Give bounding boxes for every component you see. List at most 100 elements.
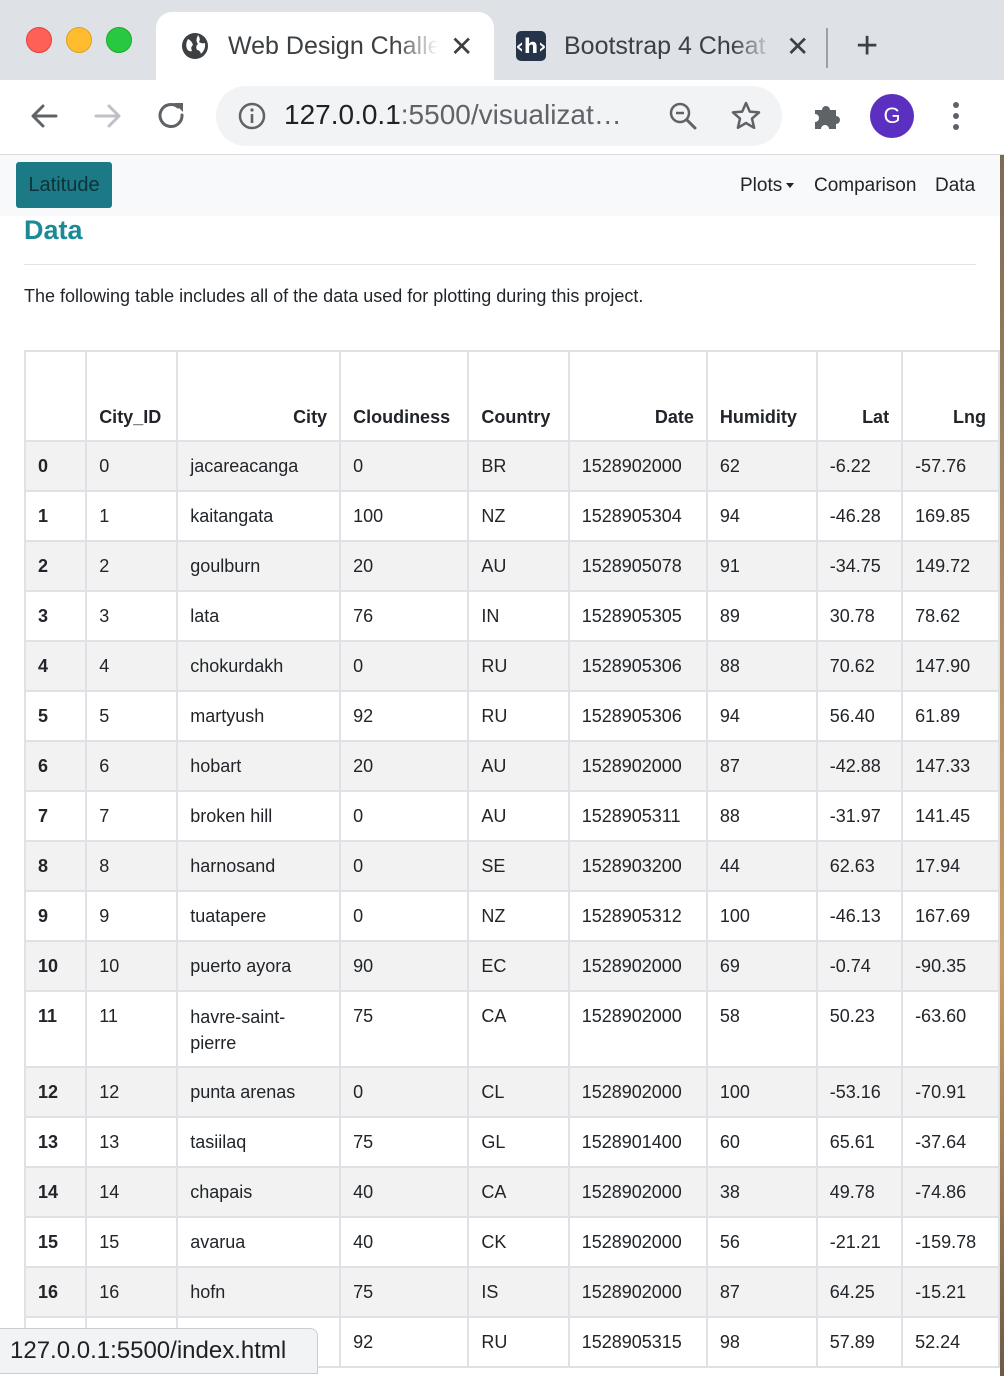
- table-cell: 1528902000: [567, 440, 708, 492]
- table-cell: 58: [705, 990, 818, 1068]
- table-cell: 1528905312: [567, 890, 708, 942]
- nav-plots-dropdown[interactable]: Plots: [740, 175, 795, 197]
- table-cell: 1528905311: [567, 790, 708, 842]
- page-description: The following table includes all of the …: [24, 286, 644, 306]
- data-table-container[interactable]: City_ID City Cloudiness Country Date Hum…: [24, 350, 1000, 1376]
- table-cell: -15.21: [901, 1266, 1000, 1318]
- table-row: 15 15 avarua 40 CK 1528902000 56 -21.21 -159.78: [24, 1216, 1000, 1268]
- site-navbar: Latitude Plots Comparison Data: [0, 155, 1000, 216]
- table-cell: -34.75: [815, 540, 904, 592]
- table-cell: 90: [339, 940, 470, 992]
- table-cell: 169.85: [901, 490, 1000, 542]
- table-cell: 11: [24, 990, 88, 1068]
- table-cell: avarua: [176, 1216, 342, 1268]
- table-cell: RU: [467, 1316, 570, 1368]
- table-cell: CA: [467, 990, 570, 1068]
- table-row: 12 12 punta arenas 0 CL 1528902000 100 -53.16 -7…: [24, 1066, 1000, 1118]
- table-cell: 147.33: [901, 740, 1000, 792]
- page-title: Data: [24, 215, 83, 245]
- tab-close-icon[interactable]: ✕: [450, 30, 473, 63]
- table-cell: 10: [85, 940, 179, 992]
- table-cell: 7: [24, 790, 88, 842]
- column-header: Humidity: [705, 350, 818, 442]
- forward-arrow-icon[interactable]: [90, 98, 126, 134]
- tab-close-icon[interactable]: ✕: [786, 30, 809, 63]
- more-menu-icon[interactable]: [946, 98, 966, 134]
- url-text[interactable]: 127.0.0.1:5500/visualizat…: [284, 99, 622, 131]
- table-row: 1 1 kaitangata 100 NZ 1528905304 94 -46.28 169.8…: [24, 490, 1000, 542]
- table-cell: 61.89: [901, 690, 1000, 742]
- reload-icon[interactable]: [154, 98, 190, 134]
- profile-avatar[interactable]: G: [870, 94, 914, 138]
- table-cell: 1528902000: [567, 740, 708, 792]
- table-row: 16 16 hofn 75 IS 1528902000 87 64.25 -15.21: [24, 1266, 1000, 1318]
- table-cell: 88: [705, 790, 818, 842]
- table-cell: 78.62: [901, 590, 1000, 642]
- table-cell: martyush: [176, 690, 342, 742]
- back-arrow-icon[interactable]: [26, 98, 62, 134]
- table-cell: 1528903200: [567, 840, 708, 892]
- extensions-puzzle-icon[interactable]: [810, 98, 846, 134]
- new-tab-button[interactable]: +: [856, 26, 878, 66]
- navbar-brand-button[interactable]: Latitude: [16, 162, 112, 208]
- table-cell: 1528901400: [567, 1116, 708, 1168]
- table-cell: -31.97: [815, 790, 904, 842]
- maximize-window-button[interactable]: [106, 27, 132, 53]
- table-cell: 3: [24, 590, 88, 642]
- table-cell: IS: [467, 1266, 570, 1318]
- table-cell: 1528905315: [567, 1316, 708, 1368]
- table-cell: 1528902000: [567, 1216, 708, 1268]
- table-row: 13 13 tasiilaq 75 GL 1528901400 60 65.61 -37.64: [24, 1116, 1000, 1168]
- tab-web-design-challenge[interactable]: Web Design Challenge ✕: [156, 12, 494, 80]
- tab-title: Bootstrap 4 Cheat Sheet: [564, 31, 774, 60]
- table-cell: 3: [85, 590, 179, 642]
- table-cell: 17.94: [901, 840, 1000, 892]
- table-cell: -159.78: [901, 1216, 1000, 1268]
- data-table: City_ID City Cloudiness Country Date Hum…: [24, 350, 1000, 1368]
- tab-separator: [826, 28, 828, 68]
- table-cell: -74.86: [901, 1166, 1000, 1218]
- table-cell: 70.62: [815, 640, 904, 692]
- address-bar[interactable]: 127.0.0.1:5500/visualizat…: [216, 86, 782, 146]
- minimize-window-button[interactable]: [66, 27, 92, 53]
- bookmark-star-icon[interactable]: [730, 100, 762, 132]
- table-cell: puerto ayora: [176, 940, 342, 992]
- table-cell: SE: [467, 840, 570, 892]
- table-row: 3 3 lata 76 IN 1528905305 89 30.78 78.62: [24, 590, 1000, 642]
- table-cell: 52.24: [901, 1316, 1000, 1368]
- table-cell: AU: [467, 740, 570, 792]
- table-cell: 141.45: [901, 790, 1000, 842]
- table-cell: 20: [339, 740, 470, 792]
- table-cell: 0: [339, 440, 470, 492]
- table-cell: NZ: [467, 490, 570, 542]
- table-cell: havre-saint-pierre: [176, 990, 342, 1068]
- browser-toolbar: 127.0.0.1:5500/visualizat… G: [0, 80, 1004, 155]
- table-cell: 10: [24, 940, 88, 992]
- table-cell: tuatapere: [176, 890, 342, 942]
- table-cell: 11: [85, 990, 179, 1068]
- table-cell: -57.76: [901, 440, 1000, 492]
- table-cell: NZ: [467, 890, 570, 942]
- nav-comparison-link[interactable]: Comparison: [814, 175, 916, 197]
- nav-data-link[interactable]: Data: [935, 175, 975, 197]
- table-cell: 0: [85, 440, 179, 492]
- table-cell: 75: [339, 990, 470, 1068]
- zoom-icon[interactable]: [668, 101, 698, 131]
- table-cell: 49.78: [815, 1166, 904, 1218]
- table-cell: 100: [339, 490, 470, 542]
- table-cell: 98: [705, 1316, 818, 1368]
- table-cell: 0: [339, 840, 470, 892]
- site-info-icon[interactable]: [238, 102, 266, 130]
- table-cell: chapais: [176, 1166, 342, 1218]
- table-cell: 1528902000: [567, 1166, 708, 1218]
- table-cell: 14: [24, 1166, 88, 1218]
- table-cell: 0: [339, 890, 470, 942]
- table-cell: hofn: [176, 1266, 342, 1318]
- tab-bootstrap-cheat-sheet[interactable]: ‹h› Bootstrap 4 Cheat Sheet ✕: [500, 12, 826, 80]
- close-window-button[interactable]: [26, 27, 52, 53]
- column-header: Cloudiness: [339, 350, 470, 442]
- table-cell: -0.74: [815, 940, 904, 992]
- table-row: 8 8 harnosand 0 SE 1528903200 44 62.63 17.94: [24, 840, 1000, 892]
- column-header: Country: [467, 350, 570, 442]
- table-cell: 87: [705, 1266, 818, 1318]
